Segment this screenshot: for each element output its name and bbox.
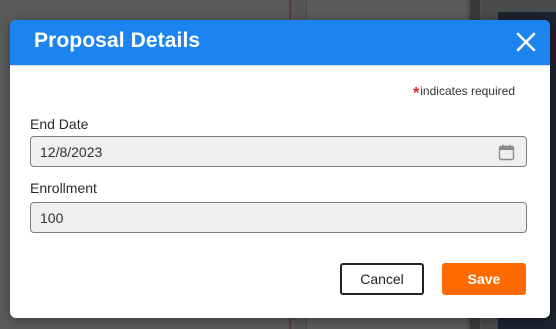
enrollment-input[interactable] — [31, 203, 526, 232]
enrollment-field[interactable] — [30, 202, 527, 233]
close-button[interactable] — [512, 28, 540, 56]
dialog-header: Proposal Details — [10, 20, 550, 65]
end-date-label: End Date — [30, 116, 89, 132]
required-star: * — [413, 85, 420, 102]
required-note-text: indicates required — [420, 84, 515, 98]
end-date-input[interactable] — [31, 137, 526, 166]
required-note: *indicates required — [413, 84, 515, 103]
proposal-details-dialog: Proposal Details *indicates required End… — [10, 20, 550, 318]
close-icon — [516, 32, 536, 52]
header-divider — [10, 65, 550, 66]
cancel-button[interactable]: Cancel — [340, 263, 424, 295]
end-date-field[interactable] — [30, 136, 527, 167]
enrollment-label: Enrollment — [30, 180, 97, 196]
dialog-title: Proposal Details — [34, 29, 201, 52]
calendar-icon[interactable] — [498, 144, 515, 161]
save-button[interactable]: Save — [442, 263, 526, 295]
